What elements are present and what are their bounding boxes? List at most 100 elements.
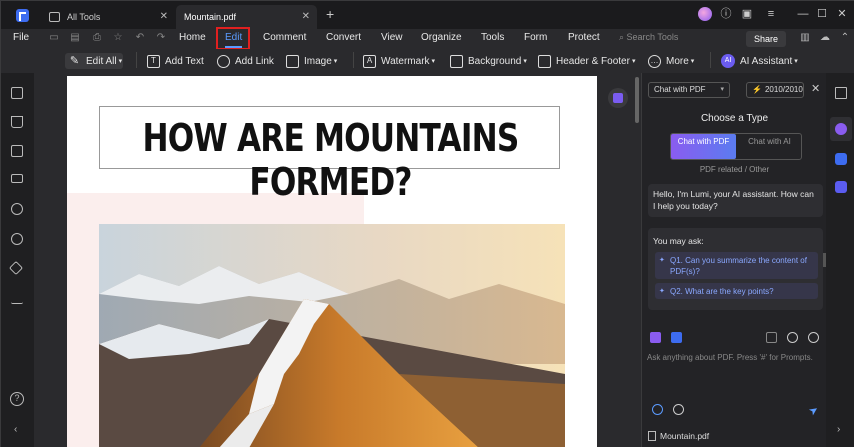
help-circle-icon[interactable]: ⓘ [719, 7, 733, 21]
toolbar-divider [136, 52, 137, 68]
chevron-down-icon: ▾ [794, 58, 798, 65]
layers-list-icon[interactable] [11, 174, 23, 183]
pages-icon[interactable] [11, 87, 23, 99]
watermark-button[interactable]: A Watermark ▾ [363, 53, 435, 69]
maximize-icon[interactable]: ☐ [815, 7, 829, 21]
bookmark-icon[interactable] [11, 116, 23, 128]
print-icon[interactable]: ⎙ [91, 32, 103, 44]
ai-assistant-button[interactable]: AI AI Assistant ▾ [721, 53, 798, 69]
type-toggle: Chat with PDF Chat with AI [670, 133, 802, 160]
send-icon[interactable]: ➤ [806, 403, 821, 418]
ai-chat-icon[interactable] [650, 332, 661, 343]
title-text-box[interactable]: HOW ARE MOUNTAINS FORMED? [99, 106, 560, 204]
menu-home[interactable]: Home [179, 32, 206, 43]
layers-icon[interactable] [8, 260, 24, 276]
document-title[interactable]: HOW ARE MOUNTAINS FORMED? [141, 116, 519, 204]
close-window-icon[interactable]: ✕ [835, 7, 849, 21]
credits-badge[interactable]: ⚡ 2010/2010 [746, 82, 804, 98]
cloud-upload-icon[interactable]: ☁ [819, 32, 831, 44]
attachment-icon[interactable] [11, 203, 23, 215]
assistant-greeting: Hello, I'm Lumi, your AI assistant. How … [648, 184, 823, 217]
ai-assistant-icon[interactable] [835, 123, 847, 135]
search-tools-input[interactable]: ⌕ Search Tools [619, 32, 678, 43]
document-scrollbar[interactable] [635, 77, 639, 123]
more-label: More [666, 55, 689, 67]
tab-mountain-pdf[interactable]: Mountain.pdf ✕ [176, 5, 317, 29]
chat-with-pdf-option[interactable]: Chat with PDF [671, 134, 736, 159]
suggested-question[interactable]: Q2. What are the key points? [655, 283, 818, 299]
chat-with-ai-option[interactable]: Chat with AI [737, 134, 802, 159]
redo-icon[interactable]: ↷ [155, 32, 167, 44]
translate-icon[interactable] [671, 332, 682, 343]
close-tab-icon[interactable]: ✕ [160, 11, 168, 22]
signature-icon[interactable] [11, 292, 23, 304]
edit-all-button[interactable]: ✎ Edit All ▾ [65, 53, 123, 69]
close-tab-icon[interactable]: ✕ [302, 11, 310, 22]
translate-icon[interactable] [835, 153, 847, 165]
expand-up-icon[interactable]: ⌃ [839, 32, 851, 44]
menu-icon[interactable]: ≡ [764, 7, 778, 21]
expand-right-icon[interactable]: › [837, 424, 840, 435]
notification-icon[interactable]: ▣ [740, 7, 754, 21]
history-icon[interactable] [787, 332, 798, 343]
properties-icon[interactable] [835, 87, 847, 99]
ask-input[interactable]: Ask anything about PDF. Press '#' for Pr… [647, 353, 822, 362]
credits-value: 2010/2010 [764, 85, 803, 94]
copy-icon[interactable] [766, 332, 777, 343]
panel-icon[interactable]: ▥ [799, 32, 811, 44]
suggested-question[interactable]: Q1. Can you summarize the content of PDF… [655, 252, 818, 279]
menu-view[interactable]: View [381, 32, 403, 43]
checklist-icon[interactable] [835, 181, 847, 193]
minimize-icon[interactable]: — [796, 7, 810, 21]
pdf-page[interactable]: HOW ARE MOUNTAINS FORMED? [67, 76, 597, 447]
new-tab-icon[interactable]: + [326, 6, 334, 22]
chevron-down-icon: ▾ [690, 58, 695, 65]
menu-comment[interactable]: Comment [263, 32, 306, 43]
settings-icon[interactable] [808, 332, 819, 343]
avatar[interactable] [698, 7, 712, 21]
background-button[interactable]: Background ▾ [450, 53, 527, 69]
attach-icon[interactable] [673, 404, 684, 415]
tab-all-tools[interactable]: All Tools ✕ [41, 5, 175, 29]
chevron-down-icon: ▾ [333, 58, 338, 65]
floating-ai-icon[interactable] [608, 88, 628, 108]
search-icon[interactable] [11, 233, 23, 245]
menu-organize[interactable]: Organize [421, 32, 462, 43]
menu-file[interactable]: File [13, 32, 29, 43]
suggestions-heading: You may ask: [653, 236, 704, 246]
menu-form[interactable]: Form [524, 32, 547, 43]
menu-bar: File Home Edit Comment Convert View Orga… [1, 29, 854, 49]
ai-assistant-label: AI Assistant [740, 55, 793, 67]
close-panel-icon[interactable]: ✕ [811, 82, 820, 95]
ai-icon: AI [721, 54, 735, 68]
toolbar-divider [710, 52, 711, 68]
star-icon[interactable]: ☆ [112, 32, 124, 44]
chat-mode-select[interactable]: Chat with PDF ▾ [648, 82, 730, 98]
comment-icon[interactable] [11, 145, 23, 157]
collapse-left-icon[interactable]: ‹ [14, 424, 17, 435]
save-icon[interactable]: ▤ [69, 32, 81, 44]
tab-bar: All Tools ✕ Mountain.pdf ✕ + ⓘ ▣ ≡ — ☐ ✕ [1, 1, 854, 29]
image-button[interactable]: Image ▾ [286, 53, 337, 69]
share-button[interactable]: Share [746, 31, 786, 47]
app-window: All Tools ✕ Mountain.pdf ✕ + ⓘ ▣ ≡ — ☐ ✕… [0, 0, 854, 447]
file-icon [648, 431, 656, 441]
pen-icon: ✎ [69, 54, 80, 67]
header-footer-button[interactable]: Header & Footer ▾ [538, 53, 635, 69]
attached-file[interactable]: Mountain.pdf [648, 431, 709, 441]
chevron-down-icon: ▾ [431, 58, 436, 65]
menu-convert[interactable]: Convert [326, 32, 361, 43]
add-text-button[interactable]: T Add Text [147, 53, 204, 69]
mountain-image[interactable] [99, 224, 565, 447]
page-icon[interactable]: ▭ [48, 32, 60, 44]
lightbulb-icon[interactable] [652, 404, 663, 415]
help-icon[interactable]: ? [10, 392, 24, 406]
add-link-button[interactable]: Add Link [217, 53, 274, 69]
watermark-icon: A [363, 54, 376, 68]
menu-protect[interactable]: Protect [568, 32, 600, 43]
tab-label: Mountain.pdf [184, 12, 237, 22]
menu-tools[interactable]: Tools [481, 32, 504, 43]
background-label: Background [468, 55, 522, 67]
undo-icon[interactable]: ↶ [134, 32, 146, 44]
more-button[interactable]: … More ▾ [648, 53, 694, 69]
